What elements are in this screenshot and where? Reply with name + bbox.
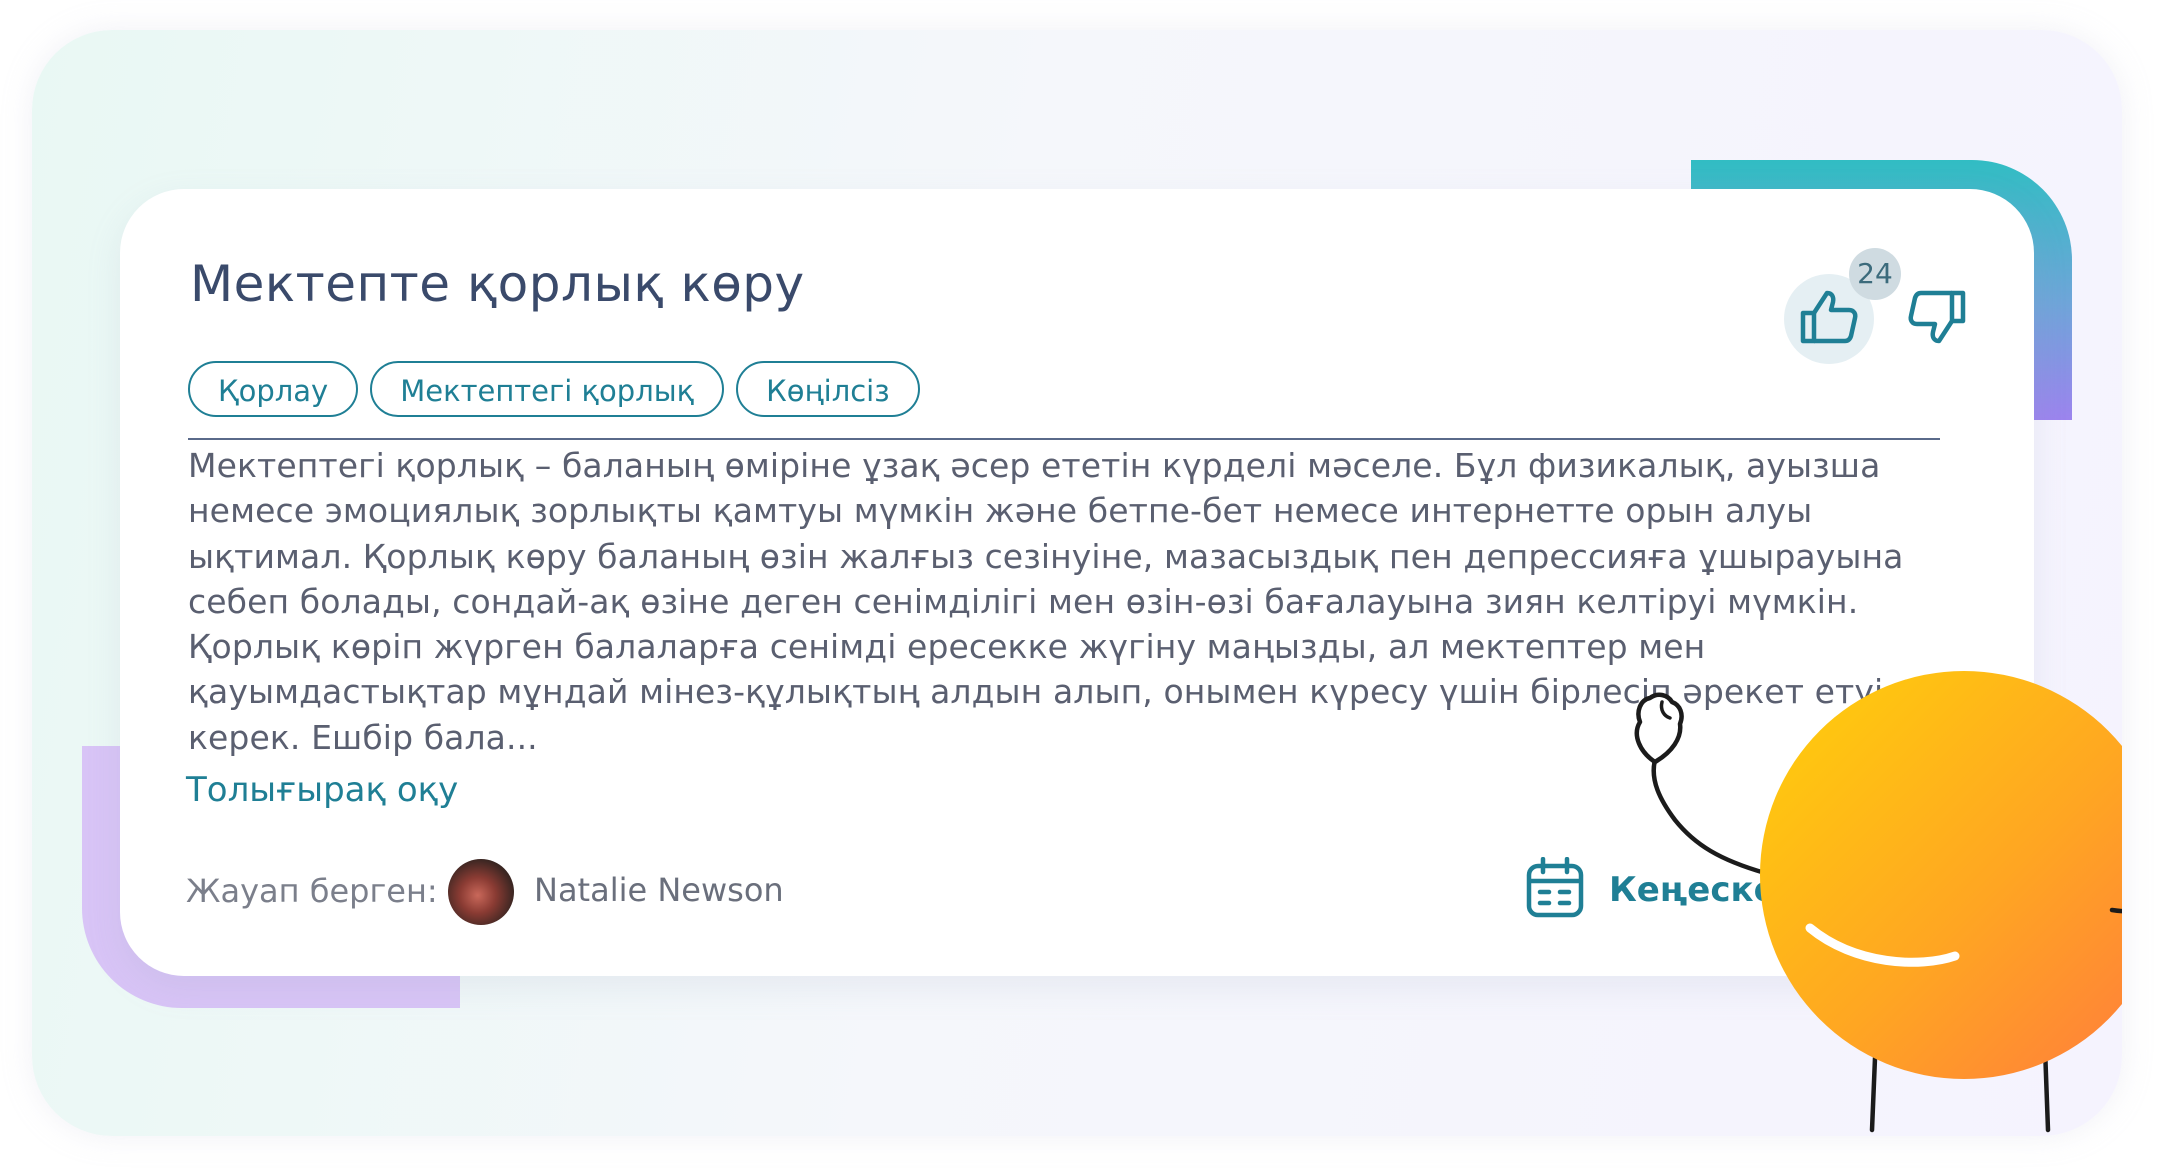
tag-chip[interactable]: Мектептегі қорлық <box>370 361 725 417</box>
answered-by-label: Жауап берген: <box>186 872 438 910</box>
tag-chip[interactable]: Қорлау <box>188 361 359 417</box>
consult-label: Кеңеске <box>1609 870 1777 910</box>
tag-chip[interactable]: Көңілсіз <box>736 361 920 417</box>
divider <box>188 438 1940 440</box>
card-title: Мектепте қорлық көру <box>190 255 805 313</box>
author-name[interactable]: Natalie Newson <box>534 871 784 909</box>
dislike-button[interactable] <box>1902 284 1972 354</box>
thumbs-up-icon <box>1799 289 1859 349</box>
like-count-badge: 24 <box>1849 248 1901 300</box>
thumbs-down-icon <box>1907 289 1967 349</box>
tag-list: Қорлау Мектептегі қорлық Көңілсіз <box>188 361 920 417</box>
answer-excerpt: Мектептегі қорлық – баланың өміріне ұзақ… <box>188 446 1904 757</box>
read-more-link[interactable]: Толығырақ оқу <box>186 770 458 810</box>
avatar <box>448 859 514 925</box>
consult-button[interactable]: Кеңеске <box>1525 856 1777 923</box>
question-card: Мектепте қорлық көру Қорлау Мектептегі қ… <box>120 189 2034 976</box>
calendar-icon <box>1525 856 1585 923</box>
